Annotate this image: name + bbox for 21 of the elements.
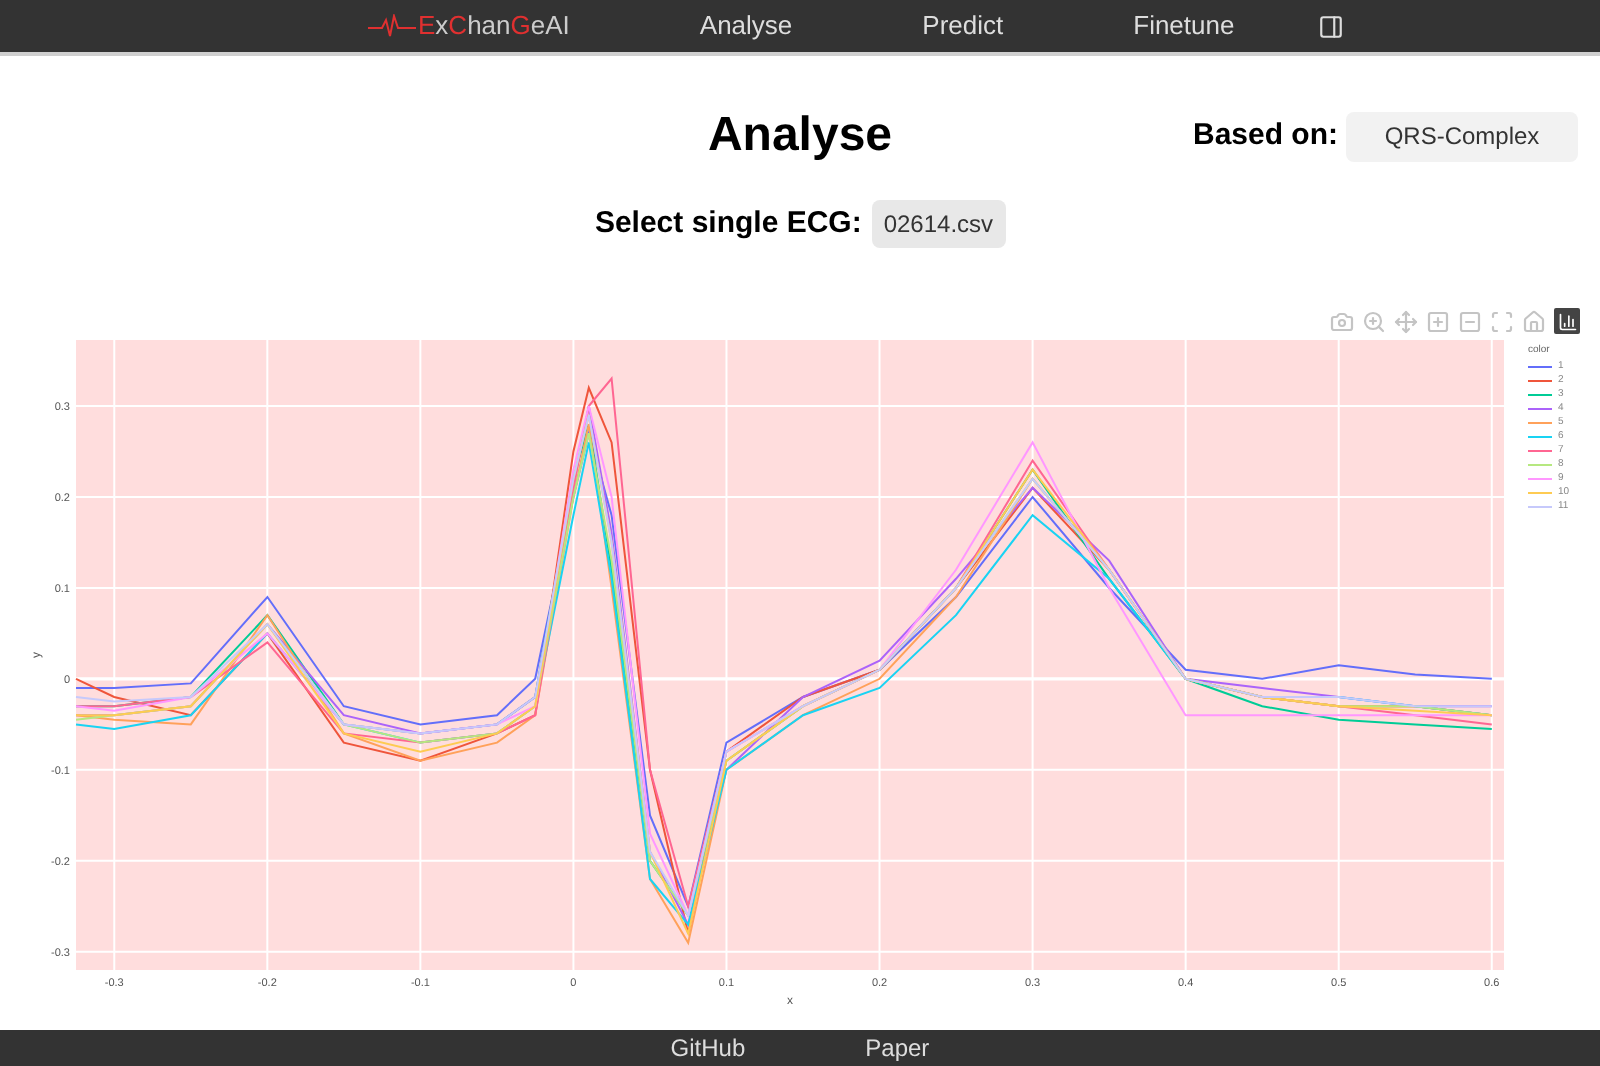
zoom-out-icon[interactable] bbox=[1458, 309, 1482, 333]
footer-link[interactable]: GitHub bbox=[670, 1030, 746, 1066]
nav-link[interactable]: Predict bbox=[922, 6, 1004, 46]
zoom-in-icon[interactable] bbox=[1426, 309, 1450, 333]
home-icon[interactable] bbox=[1522, 309, 1546, 333]
autoscale-icon[interactable] bbox=[1490, 309, 1514, 333]
heartbeat-icon bbox=[368, 14, 416, 38]
based-on-label: Based on: bbox=[1192, 115, 1338, 156]
pan-icon[interactable] bbox=[1394, 309, 1418, 333]
sidebar-toggle-icon[interactable] bbox=[1318, 13, 1345, 39]
page-title: Analyse bbox=[707, 106, 893, 166]
footer-link[interactable]: Paper bbox=[865, 1030, 930, 1066]
chart-icon[interactable] bbox=[1554, 308, 1580, 334]
zoom-icon[interactable] bbox=[1362, 309, 1386, 333]
select-ecg-label: Select single ECG: bbox=[594, 203, 862, 244]
brand-logo[interactable]: ExChanGeAI bbox=[418, 6, 570, 46]
camera-icon[interactable] bbox=[1330, 309, 1354, 333]
ecg-file-dropdown[interactable]: 02614.csv bbox=[871, 200, 1006, 248]
nav-link[interactable]: Analyse bbox=[699, 6, 793, 46]
nav-link[interactable]: Finetune bbox=[1133, 6, 1235, 46]
based-on-dropdown[interactable]: QRS-Complex bbox=[1346, 111, 1578, 161]
